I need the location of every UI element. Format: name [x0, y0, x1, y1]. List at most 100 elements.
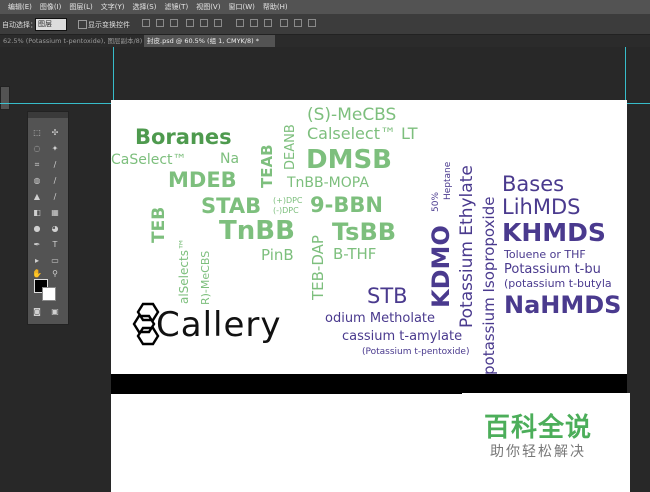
crop-tool-icon[interactable]: ⌗ [32, 160, 42, 170]
align-top-icon[interactable] [142, 19, 150, 27]
watermark-panel: 百科全说 助你轻松解决 [462, 393, 630, 492]
word-9-bbn: 9-BBN [310, 193, 383, 217]
callery-logo-text: Callery [156, 305, 282, 345]
document-canvas[interactable]: Boranes CaSelect™ Na MDEB TEB alSelects™… [111, 100, 627, 374]
menu-type[interactable]: 文字(Y) [101, 2, 125, 12]
align-left-icon[interactable] [186, 19, 194, 27]
distribute-left-icon[interactable] [280, 19, 288, 27]
menu-edit[interactable]: 编辑(E) [8, 2, 32, 12]
word-deanb-vertical: DEANB [283, 124, 298, 170]
panel-collapse-handle[interactable] [0, 86, 10, 110]
distribute-hcenter-icon[interactable] [294, 19, 302, 27]
tab-document-1[interactable]: 62.5% (Potassium t-pentoxide), 图层副本/8) [0, 35, 143, 47]
align-vcenter-icon[interactable] [156, 19, 164, 27]
menu-filter[interactable]: 滤镜(T) [164, 2, 188, 12]
word-bases: Bases [502, 172, 565, 196]
word-k-amylate: cassium t-amylate [342, 329, 463, 344]
auto-select-label: 自动选择： [2, 21, 37, 29]
hand-tool-icon[interactable]: ✋ [32, 269, 42, 279]
history-brush-icon[interactable]: ∕ [50, 192, 60, 202]
word-dmsb: DMSB [306, 145, 392, 175]
word-toluene-thf: Toluene or THF [504, 248, 586, 261]
word-khmds: KHMDS [502, 218, 606, 247]
tools-panel-header[interactable] [28, 112, 68, 118]
align-hcenter-icon[interactable] [200, 19, 208, 27]
word-tsbb: TsBB [332, 218, 397, 246]
align-right-icon[interactable] [214, 19, 222, 27]
canvas-black-band [111, 374, 627, 394]
word-50pct-vertical: 50% [431, 191, 441, 212]
magic-wand-icon[interactable]: ✦ [50, 144, 60, 154]
word-teab-vertical: TEAB [258, 144, 276, 188]
pen-tool-icon[interactable]: ✒ [32, 240, 42, 250]
path-select-icon[interactable]: ▸ [32, 256, 42, 266]
document-tabs: 62.5% (Potassium t-pentoxide), 图层副本/8) 封… [0, 35, 650, 47]
word-boranes: Boranes [135, 125, 232, 149]
watermark-title: 百科全说 [484, 413, 593, 443]
word-nahmds: NaHMDS [504, 291, 622, 319]
show-transform-checkbox[interactable] [78, 20, 87, 29]
word-k-isopropoxide-vertical: potassium Isopropoxide [480, 196, 498, 374]
menu-select[interactable]: 选择(S) [133, 2, 157, 12]
word-calselect-lt: Calselect™ LT [307, 124, 418, 143]
word-stab: STAB [201, 194, 262, 218]
word-tnbb-mopa: TnBB-MOPA [287, 175, 369, 191]
word-b-thf: B-THF [333, 245, 377, 263]
eyedropper-icon[interactable]: ∕ [50, 160, 60, 170]
tab-document-2[interactable]: 封皮.psd @ 60.5% (组 1, CMYK/8) * [144, 35, 275, 47]
lasso-tool-icon[interactable]: ◌ [32, 144, 42, 154]
word-tnbb: TnBB [219, 216, 295, 246]
menu-view[interactable]: 视图(V) [196, 2, 220, 12]
word-alselects-vertical: alSelects™ [177, 238, 191, 304]
word-k-tbu: Potassium t-bu [504, 262, 601, 277]
word-k-pentoxide: (Potassium t-pentoxide) [362, 347, 470, 357]
menu-help[interactable]: 帮助(H) [263, 2, 288, 12]
clone-stamp-icon[interactable]: ▲ [32, 192, 42, 202]
word-kdmo-vertical: KDMO [427, 225, 455, 308]
word-k-ethylate-vertical: Potassium Ethylate [457, 165, 477, 328]
distribute-bottom-icon[interactable] [264, 19, 272, 27]
word-dpc-plus: (+)DPC [273, 196, 303, 205]
zoom-tool-icon[interactable]: ⚲ [50, 269, 60, 279]
eraser-tool-icon[interactable]: ◧ [32, 208, 42, 218]
word-caselect: CaSelect™ [111, 152, 187, 168]
move-tool-icon[interactable]: ✣ [50, 128, 60, 138]
word-teb-vertical: TEB [149, 206, 169, 243]
shape-tool-icon[interactable]: ▭ [50, 256, 60, 266]
word-s-mecbs: (S)-MeCBS [307, 105, 397, 125]
dodge-tool-icon[interactable]: ◕ [50, 224, 60, 234]
menu-layer[interactable]: 图层(L) [69, 2, 92, 12]
show-transform-label: 显示变换控件 [88, 21, 130, 29]
healing-brush-icon[interactable]: ◍ [32, 176, 42, 186]
word-stb: STB [367, 284, 408, 308]
options-bar: 自动选择： 图层 显示变换控件 [0, 14, 650, 35]
gradient-tool-icon[interactable]: ▦ [50, 208, 60, 218]
tools-panel: ⬚ ✣ ◌ ✦ ⌗ ∕ ◍ ∕ ▲ ∕ ◧ ▦ ● ◕ ✒ T ▸ ▭ ✋ ⚲ … [27, 111, 69, 325]
word-teb-dap-vertical: TEB-DAP [309, 235, 327, 300]
word-pinb: PinB [261, 246, 294, 264]
word-r-mecbs-vertical: R)-MeCBS [199, 250, 212, 305]
align-bottom-icon[interactable] [170, 19, 178, 27]
word-lihmds: LihMDS [502, 195, 581, 219]
word-heptane-vertical: Heptane [443, 161, 453, 200]
quick-mask-icon[interactable]: ◙ [32, 307, 42, 317]
type-tool-icon[interactable]: T [50, 240, 60, 250]
watermark-subtitle: 助你轻松解决 [490, 444, 586, 460]
word-na: Na [220, 151, 240, 167]
word-mdeb: MDEB [168, 168, 237, 192]
menu-window[interactable]: 窗口(W) [228, 2, 254, 12]
word-sodium-metholate: odium Metholate [325, 311, 436, 326]
menu-bar: 编辑(E) 图像(I) 图层(L) 文字(Y) 选择(S) 滤镜(T) 视图(V… [0, 0, 650, 14]
distribute-top-icon[interactable] [236, 19, 244, 27]
menu-image[interactable]: 图像(I) [40, 2, 62, 12]
blur-tool-icon[interactable]: ● [32, 224, 42, 234]
screen-mode-icon[interactable]: ▣ [50, 307, 60, 317]
word-dpc-minus: (-)DPC [273, 206, 299, 215]
background-color-swatch[interactable] [42, 287, 56, 301]
distribute-vcenter-icon[interactable] [250, 19, 258, 27]
brush-tool-icon[interactable]: ∕ [50, 176, 60, 186]
auto-select-dropdown[interactable]: 图层 [35, 18, 67, 31]
distribute-right-icon[interactable] [308, 19, 316, 27]
marquee-tool-icon[interactable]: ⬚ [32, 128, 42, 138]
word-k-tbutyla: (potassium t-butyla [504, 277, 612, 290]
